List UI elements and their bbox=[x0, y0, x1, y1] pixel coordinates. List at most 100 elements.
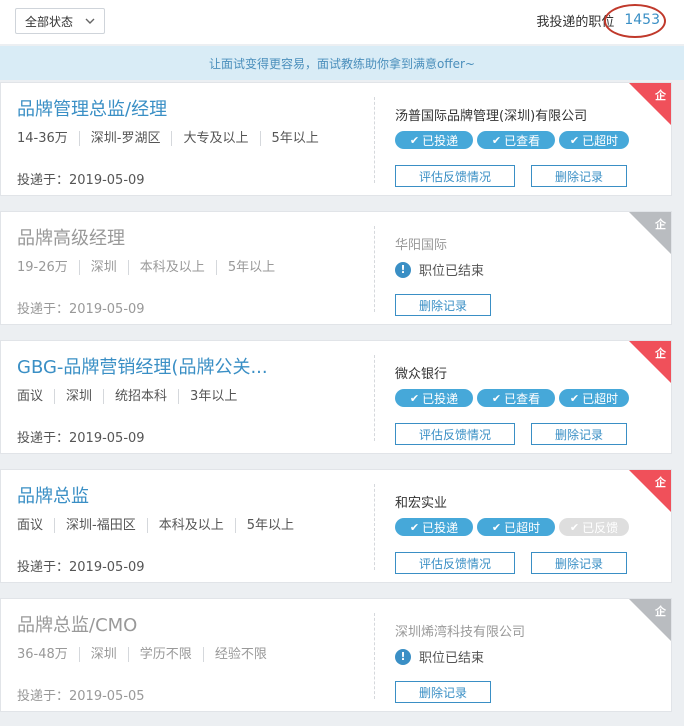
step-applied: ✔ 已投递 bbox=[395, 389, 473, 407]
enterprise-badge-label: 企 bbox=[655, 605, 666, 618]
applied-count: 我投递的职位 1453 bbox=[536, 4, 667, 38]
divider bbox=[374, 613, 375, 699]
salary-tag: 面议 bbox=[17, 389, 44, 404]
step-timeout: ✔ 已超时 bbox=[559, 131, 629, 149]
step-viewed: ✔ 已查看 bbox=[477, 389, 555, 407]
company-name[interactable]: 汤普国际品牌管理(深圳)有限公司 bbox=[395, 105, 587, 124]
progress-steps: ✔ 已投递 ✔ 已查看 ✔ 已超时 bbox=[395, 131, 629, 149]
location-tag: 深圳 bbox=[78, 647, 128, 662]
education-tag: 本科及以上 bbox=[146, 518, 235, 533]
application-card: 品牌总监/CMO 36-48万 深圳 学历不限 经验不限 投递于：2019-05… bbox=[0, 598, 672, 712]
job-tags: 14-36万 深圳-罗湖区 大专及以上 5年以上 bbox=[17, 131, 330, 146]
check-icon: ✔ bbox=[491, 520, 502, 534]
company-name[interactable]: 深圳烯湾科技有限公司 bbox=[395, 621, 525, 640]
evaluate-feedback-button[interactable]: 评估反馈情况 bbox=[395, 552, 515, 574]
check-icon: ✔ bbox=[409, 391, 420, 405]
job-title[interactable]: 品牌总监 bbox=[17, 482, 89, 508]
step-applied: ✔ 已投递 bbox=[395, 518, 473, 536]
enterprise-badge-label: 企 bbox=[655, 476, 666, 489]
delete-record-button[interactable]: 删除记录 bbox=[531, 552, 627, 574]
education-tag: 统招本科 bbox=[103, 389, 178, 404]
enterprise-badge-label: 企 bbox=[655, 347, 666, 360]
education-tag: 学历不限 bbox=[127, 647, 203, 662]
salary-tag: 14-36万 bbox=[17, 131, 68, 146]
step-viewed: ✔ 已查看 bbox=[477, 131, 555, 149]
education-tag: 大专及以上 bbox=[171, 131, 259, 146]
application-card: 品牌总监 面议 深圳-福田区 本科及以上 5年以上 投递于：2019-05-09… bbox=[0, 469, 672, 583]
step-timeout: ✔ 已超时 bbox=[559, 389, 629, 407]
check-icon: ✔ bbox=[569, 391, 580, 405]
status-filter-label: 全部状态 bbox=[25, 14, 74, 29]
job-tags: 36-48万 深圳 学历不限 经验不限 bbox=[17, 647, 278, 662]
step-applied: ✔ 已投递 bbox=[395, 131, 473, 149]
job-ended-text: 职位已结束 bbox=[419, 264, 485, 279]
highlight-circle bbox=[604, 4, 667, 38]
education-tag: 本科及以上 bbox=[127, 260, 216, 275]
company-name[interactable]: 微众银行 bbox=[395, 363, 447, 382]
chevron-down-icon bbox=[85, 18, 95, 24]
location-tag: 深圳 bbox=[54, 389, 103, 404]
alert-icon: ! bbox=[395, 648, 411, 665]
salary-tag: 19-26万 bbox=[17, 260, 68, 275]
divider bbox=[374, 97, 375, 183]
location-tag: 深圳-福田区 bbox=[54, 518, 147, 533]
experience-tag: 经验不限 bbox=[202, 647, 278, 662]
top-bar: 全部状态 我投递的职位 1453 bbox=[0, 0, 684, 44]
applied-count-link[interactable]: 1453 bbox=[604, 4, 667, 38]
evaluate-feedback-button[interactable]: 评估反馈情况 bbox=[395, 165, 515, 187]
experience-tag: 5年以上 bbox=[215, 260, 286, 275]
delete-record-button[interactable]: 删除记录 bbox=[395, 294, 491, 316]
applied-date: 投递于：2019-05-09 bbox=[17, 302, 145, 317]
application-card: 品牌高级经理 19-26万 深圳 本科及以上 5年以上 投递于：2019-05-… bbox=[0, 211, 672, 325]
check-icon: ✔ bbox=[409, 520, 420, 534]
experience-tag: 3年以上 bbox=[178, 389, 248, 404]
check-icon: ✔ bbox=[569, 133, 580, 147]
delete-record-button[interactable]: 删除记录 bbox=[531, 165, 627, 187]
coach-banner[interactable]: 让面试变得更容易，面试教练助你拿到满意offer~ bbox=[0, 46, 684, 80]
applied-date: 投递于：2019-05-05 bbox=[17, 689, 145, 704]
check-icon: ✔ bbox=[569, 520, 580, 534]
company-name[interactable]: 华阳国际 bbox=[395, 234, 447, 253]
experience-tag: 5年以上 bbox=[234, 518, 305, 533]
divider bbox=[374, 484, 375, 570]
experience-tag: 5年以上 bbox=[259, 131, 330, 146]
company-name[interactable]: 和宏实业 bbox=[395, 492, 447, 511]
applied-date: 投递于：2019-05-09 bbox=[17, 431, 145, 446]
check-icon: ✔ bbox=[491, 391, 502, 405]
step-feedback: ✔ 已反馈 bbox=[559, 518, 629, 536]
job-tags: 19-26万 深圳 本科及以上 5年以上 bbox=[17, 260, 286, 275]
evaluate-feedback-button[interactable]: 评估反馈情况 bbox=[395, 423, 515, 445]
job-title[interactable]: 品牌总监/CMO bbox=[17, 611, 137, 637]
application-card: GBG-品牌营销经理(品牌公关... 面议 深圳 统招本科 3年以上 投递于：2… bbox=[0, 340, 672, 454]
job-ended-status: ! 职位已结束 bbox=[395, 260, 484, 279]
job-tags: 面议 深圳 统招本科 3年以上 bbox=[17, 389, 248, 404]
enterprise-badge-label: 企 bbox=[655, 89, 666, 102]
check-icon: ✔ bbox=[491, 133, 502, 147]
delete-record-button[interactable]: 删除记录 bbox=[531, 423, 627, 445]
banner-text: 让面试变得更容易，面试教练助你拿到满意offer~ bbox=[209, 56, 475, 71]
alert-icon: ! bbox=[395, 261, 411, 278]
salary-tag: 面议 bbox=[17, 518, 44, 533]
delete-record-button[interactable]: 删除记录 bbox=[395, 681, 491, 703]
status-filter-select[interactable]: 全部状态 bbox=[15, 8, 105, 34]
job-title[interactable]: GBG-品牌营销经理(品牌公关... bbox=[17, 353, 268, 379]
application-card: 品牌管理总监/经理 14-36万 深圳-罗湖区 大专及以上 5年以上 投递于：2… bbox=[0, 82, 672, 196]
divider bbox=[374, 226, 375, 312]
progress-steps: ✔ 已投递 ✔ 已超时 ✔ 已反馈 bbox=[395, 518, 629, 536]
job-title[interactable]: 品牌高级经理 bbox=[17, 224, 125, 250]
step-timeout: ✔ 已超时 bbox=[477, 518, 555, 536]
job-ended-text: 职位已结束 bbox=[419, 651, 485, 666]
divider bbox=[374, 355, 375, 441]
job-ended-status: ! 职位已结束 bbox=[395, 647, 484, 666]
check-icon: ✔ bbox=[409, 133, 420, 147]
applied-date: 投递于：2019-05-09 bbox=[17, 173, 145, 188]
applied-label: 我投递的职位 bbox=[536, 14, 615, 30]
applied-date: 投递于：2019-05-09 bbox=[17, 560, 145, 575]
salary-tag: 36-48万 bbox=[17, 647, 68, 662]
location-tag: 深圳 bbox=[78, 260, 128, 275]
enterprise-badge-label: 企 bbox=[655, 218, 666, 231]
job-title[interactable]: 品牌管理总监/经理 bbox=[17, 95, 167, 121]
job-tags: 面议 深圳-福田区 本科及以上 5年以上 bbox=[17, 518, 305, 533]
location-tag: 深圳-罗湖区 bbox=[78, 131, 172, 146]
progress-steps: ✔ 已投递 ✔ 已查看 ✔ 已超时 bbox=[395, 389, 629, 407]
